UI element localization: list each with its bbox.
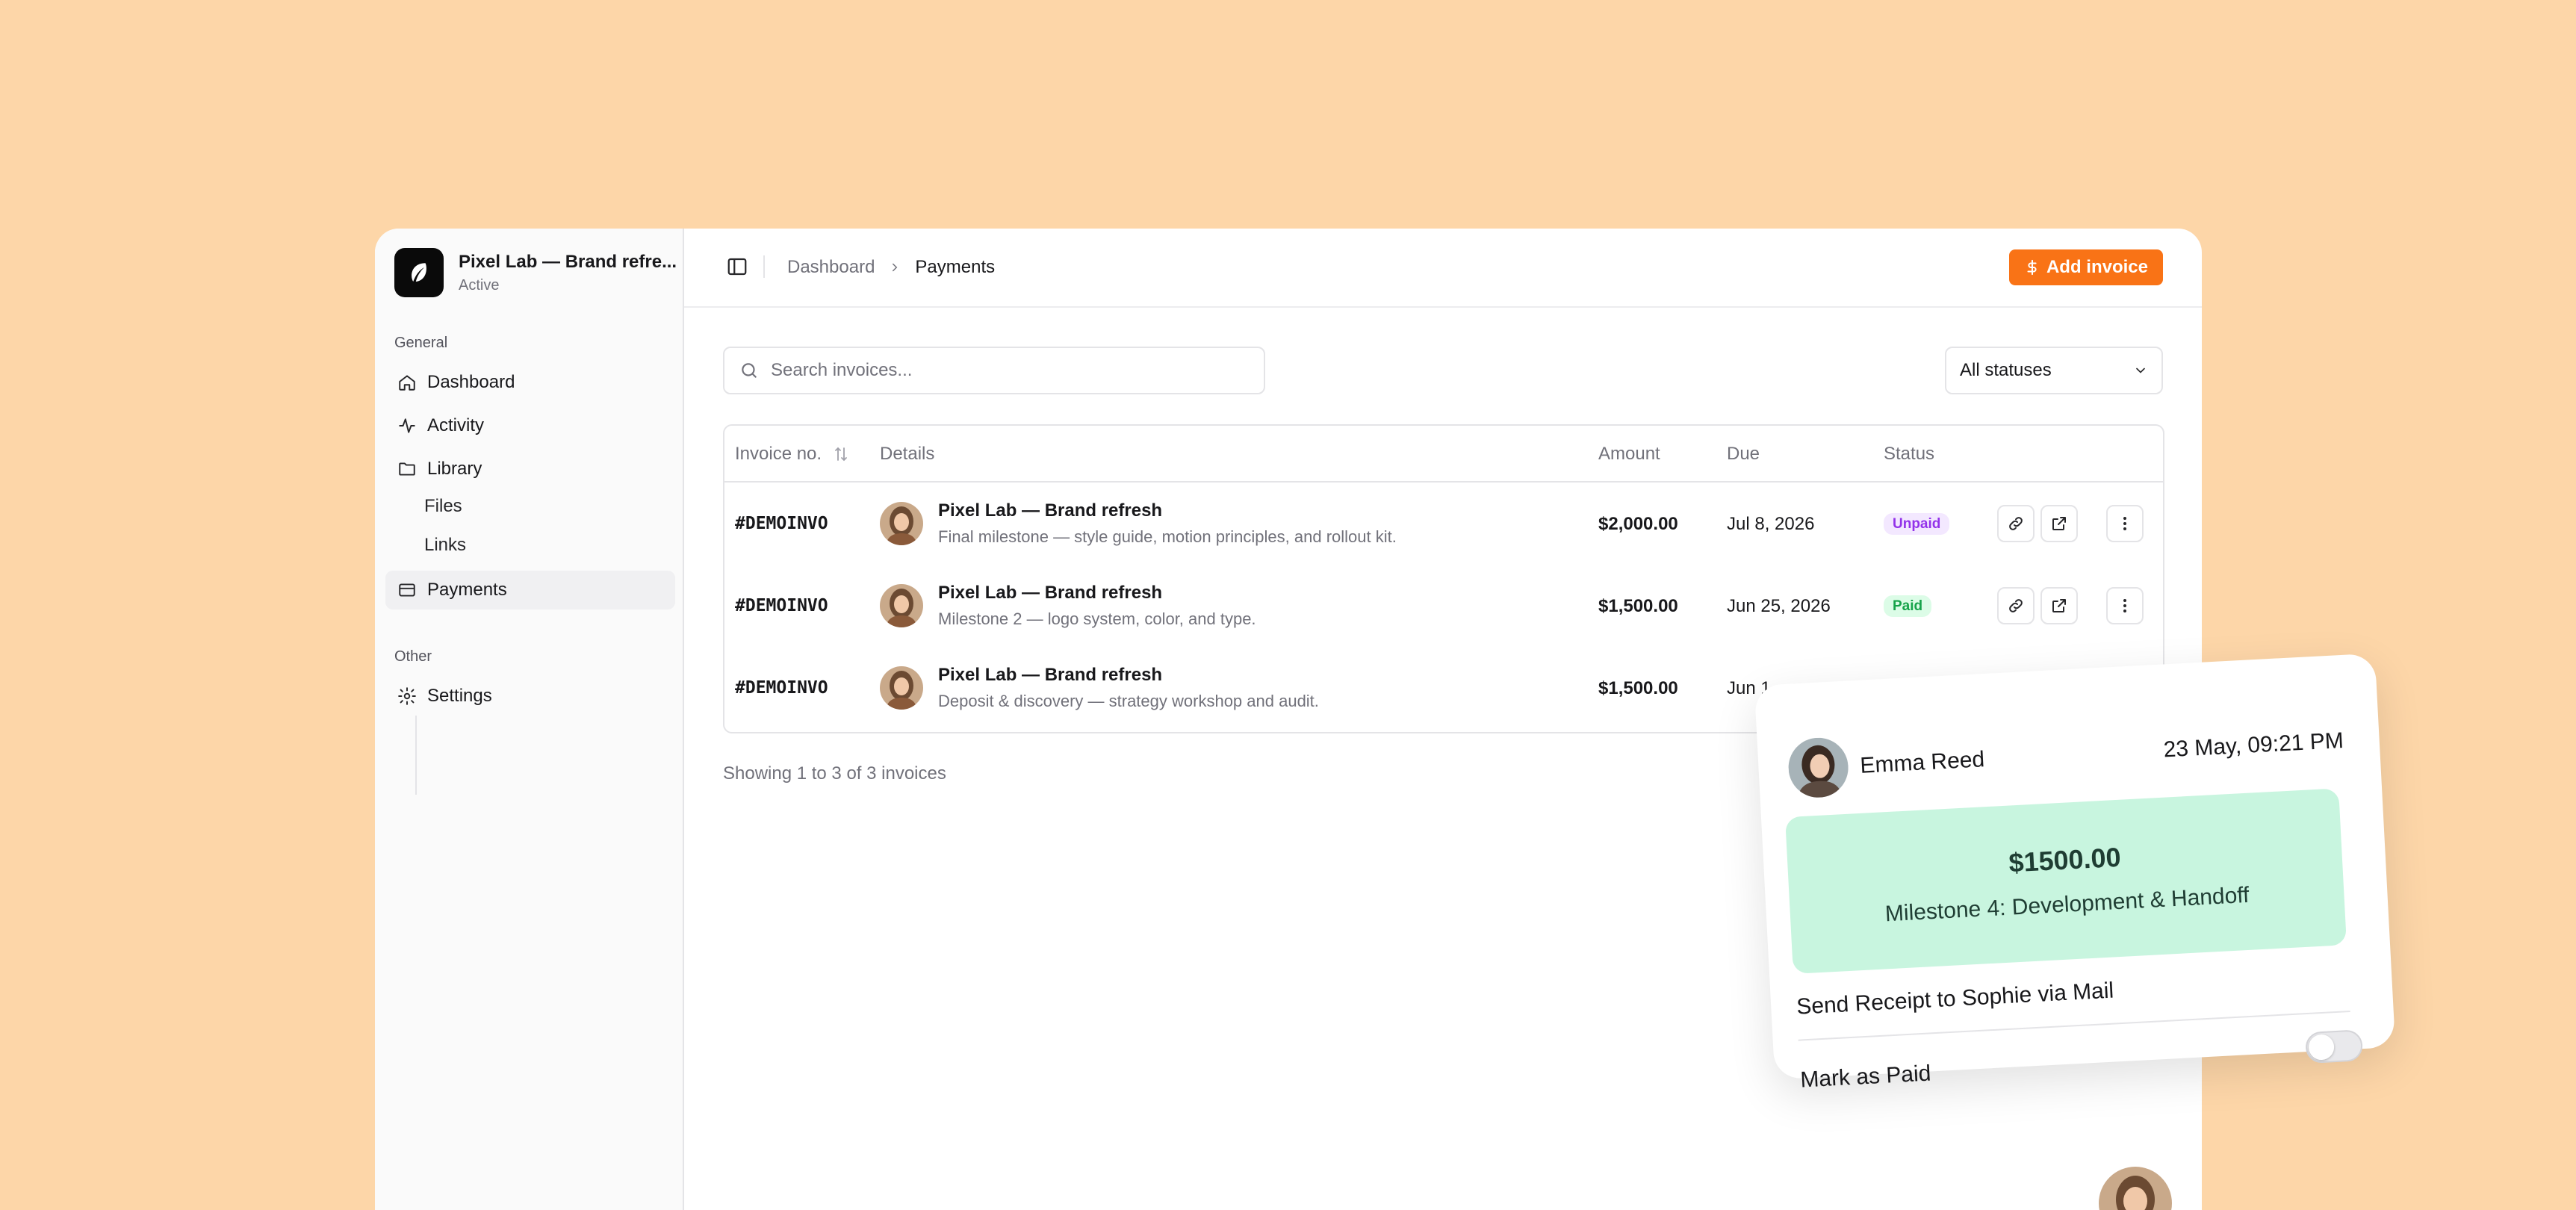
workspace-status: Active: [459, 276, 500, 294]
sidebar-item-label: Files: [424, 496, 462, 516]
sidebar-subitem-links[interactable]: Links: [424, 527, 671, 563]
sidebar-item-label: Links: [424, 535, 467, 555]
sender-name: Emma Reed: [1859, 747, 1985, 778]
mark-as-paid-toggle[interactable]: [2305, 1029, 2364, 1064]
row-menu-button[interactable]: [2106, 505, 2144, 542]
sidebar-item-label: Payments: [427, 580, 507, 600]
open-external-button[interactable]: [2040, 587, 2078, 624]
invoice-title: Pixel Lab — Brand refresh: [938, 500, 1163, 521]
payment-summary: $1500.00 Milestone 4: Development & Hand…: [1785, 788, 2347, 974]
status-badge: Unpaid: [1884, 513, 1950, 535]
invoice-due: Jul 8, 2026: [1727, 514, 1815, 534]
invoice-number: #DEMOINVO: [735, 678, 828, 698]
external-link-icon: [2052, 599, 2066, 612]
link-icon: [2009, 517, 2023, 530]
breadcrumb: Dashboard Payments: [787, 257, 995, 278]
more-vertical-icon: [2123, 599, 2126, 612]
activity-icon: [399, 418, 415, 433]
dollar-icon: [2027, 259, 2037, 276]
avatar: [880, 584, 923, 627]
top-bar: Dashboard Payments Add invoice: [684, 229, 2202, 308]
search-icon: [742, 363, 757, 378]
row-menu-button[interactable]: [2106, 587, 2144, 624]
invoice-number: #DEMOINVO: [735, 514, 828, 533]
invoice-due: Jun 25, 2026: [1727, 596, 1831, 616]
sidebar: Pixel Lab — Brand refre... Active Genera…: [375, 229, 684, 1210]
sidebar-toggle-icon[interactable]: [726, 255, 748, 278]
sidebar-item-label: Dashboard: [427, 372, 515, 392]
external-link-icon: [2052, 517, 2066, 530]
breadcrumb-payments: Payments: [915, 257, 996, 277]
send-receipt-action[interactable]: Send Receipt to Sophie via Mail: [1796, 978, 2114, 1020]
home-icon: [399, 375, 415, 391]
search-placeholder: Search invoices...: [771, 360, 913, 380]
more-vertical-icon: [2123, 517, 2126, 530]
status-filter-select[interactable]: All statuses: [1945, 347, 2163, 394]
column-invoice-no[interactable]: Invoice no.: [735, 444, 850, 465]
timestamp: 23 May, 09:21 PM: [2162, 727, 2344, 763]
pagination-summary: Showing 1 to 3 of 3 invoices: [723, 763, 946, 784]
sidebar-item-library[interactable]: Library: [385, 450, 675, 488]
link-icon: [2009, 599, 2023, 612]
sidebar-subitem-files[interactable]: Files: [424, 488, 671, 524]
submenu-divider: [415, 716, 417, 795]
avatar: [880, 666, 923, 710]
invoice-amount: $1,500.00: [1598, 678, 1678, 698]
sidebar-item-dashboard[interactable]: Dashboard: [385, 363, 675, 402]
payment-amount: $1500.00: [2008, 841, 2122, 878]
invoice-title: Pixel Lab — Brand refresh: [938, 665, 1163, 685]
table-row[interactable]: #DEMOINVO Pixel Lab — Brand refresh Fina…: [724, 483, 2163, 565]
sidebar-item-payments[interactable]: Payments: [385, 571, 675, 609]
column-status: Status: [1884, 444, 1935, 464]
sidebar-item-label: Library: [427, 459, 482, 479]
invoice-number: #DEMOINVO: [735, 596, 828, 615]
sidebar-item-label: Activity: [427, 415, 485, 435]
column-amount: Amount: [1598, 444, 1660, 464]
status-filter-value: All statuses: [1960, 360, 2052, 380]
invoice-description: Deposit & discovery — strategy workshop …: [938, 692, 1319, 710]
sidebar-subitem-files[interactable]: [424, 229, 671, 264]
column-details: Details: [880, 444, 935, 464]
open-external-button[interactable]: [2040, 505, 2078, 542]
section-label-other: Other: [394, 648, 432, 665]
chevron-down-icon: [2136, 367, 2145, 373]
breadcrumb-dashboard[interactable]: Dashboard: [787, 257, 875, 278]
payment-notification-card: Emma Reed 23 May, 09:21 PM $1500.00 Mile…: [1754, 653, 2396, 1093]
copy-link-button[interactable]: [1997, 505, 2035, 542]
invoice-description: Milestone 2 — logo system, color, and ty…: [938, 609, 1256, 628]
divider: [763, 255, 765, 278]
sidebar-item-settings[interactable]: Settings: [385, 677, 675, 716]
credit-card-icon: [399, 583, 415, 597]
invoice-amount: $1,500.00: [1598, 596, 1678, 616]
add-invoice-label: Add invoice: [2046, 257, 2148, 277]
table-header: Invoice no. Details Amount Due Status: [724, 426, 2163, 483]
search-input[interactable]: Search invoices...: [723, 347, 1265, 394]
avatar: [1787, 736, 1850, 799]
sort-icon: [835, 447, 847, 462]
column-due: Due: [1727, 444, 1760, 464]
avatar: [880, 502, 923, 545]
payment-milestone: Milestone 4: Development & Handoff: [1884, 882, 2250, 927]
copy-link-button[interactable]: [1997, 587, 2035, 624]
invoice-amount: $2,000.00: [1598, 514, 1678, 534]
column-label: Invoice no.: [735, 444, 822, 464]
gear-icon: [398, 687, 416, 705]
chevron-right-icon: [893, 263, 898, 272]
sidebar-item-activity[interactable]: Activity: [385, 406, 675, 445]
sidebar-item-label: Settings: [427, 686, 492, 706]
status-badge: Paid: [1884, 595, 1932, 617]
invoice-description: Final milestone — style guide, motion pr…: [938, 527, 1397, 546]
folder-icon: [399, 462, 415, 476]
add-invoice-button[interactable]: Add invoice: [2008, 249, 2163, 285]
table-row[interactable]: #DEMOINVO Pixel Lab — Brand refresh Mile…: [724, 565, 2163, 647]
invoice-title: Pixel Lab — Brand refresh: [938, 583, 1163, 603]
section-label-general: General: [394, 335, 448, 351]
